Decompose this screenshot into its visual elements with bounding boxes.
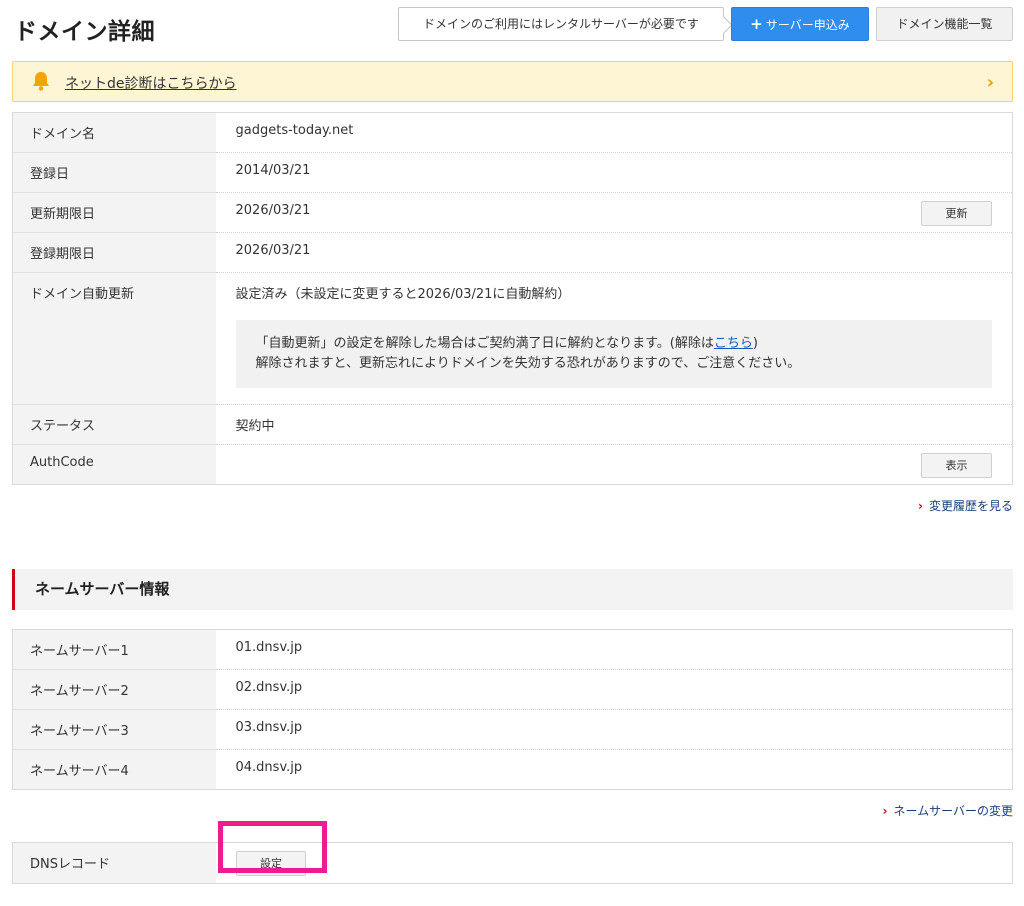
net-diagnosis-link[interactable]: ネットde診断はこちらから bbox=[65, 73, 237, 93]
registered-date-value: 2014/03/21 bbox=[215, 152, 1013, 193]
dns-settings-button[interactable]: 設定 bbox=[236, 851, 306, 876]
auto-renew-note-line-1: 「自動更新」の設定を解除した場合はご契約満了日に解約となります。(解除は bbox=[255, 336, 714, 351]
page-header: ドメイン詳細 ドメインのご利用にはレンタルサーバーが必要です + サーバー申込み … bbox=[0, 0, 1024, 56]
server-apply-button[interactable]: + サーバー申込み bbox=[731, 7, 869, 41]
auto-renew-note: 「自動更新」の設定を解除した場合はご契約満了日に解約となります。(解除はこちら)… bbox=[235, 320, 992, 388]
plus-icon: + bbox=[750, 15, 763, 33]
arrow-right-icon: › bbox=[918, 499, 923, 513]
renewal-deadline-cell: 2026/03/21 更新 bbox=[215, 192, 1013, 233]
dns-record-table: DNSレコード bbox=[12, 842, 1013, 884]
nameserver-3-value: 03.dnsv.jp bbox=[215, 709, 1013, 750]
nameserver-4-value: 04.dnsv.jp bbox=[235, 760, 303, 775]
auto-renew-label: ドメイン自動更新 bbox=[12, 272, 216, 405]
bell-icon bbox=[33, 72, 49, 91]
domain-functions-button[interactable]: ドメイン機能一覧 bbox=[876, 7, 1013, 41]
chevron-right-icon: › bbox=[986, 72, 994, 93]
auto-renew-status: 設定済み（未設定に変更すると2026/03/21に自動解約） bbox=[235, 287, 571, 302]
domain-info-table: ドメイン名 gadgets-today.net 登録日 2014/03/21 更… bbox=[12, 112, 1013, 485]
nameserver-1-label: ネームサーバー1 bbox=[12, 629, 216, 670]
registration-deadline-label: 登録期限日 bbox=[12, 232, 216, 273]
table-row: 登録日 2014/03/21 bbox=[12, 152, 1013, 193]
server-required-callout: ドメインのご利用にはレンタルサーバーが必要です bbox=[398, 7, 724, 41]
dns-record-cell bbox=[216, 843, 1013, 884]
arrow-right-icon: › bbox=[882, 804, 888, 818]
table-row: ネームサーバー2 02.dnsv.jp bbox=[12, 669, 1013, 710]
nameserver-1-value: 01.dnsv.jp bbox=[215, 629, 1013, 670]
registration-deadline-value: 2026/03/21 bbox=[215, 232, 1013, 273]
domain-name-label: ドメイン名 bbox=[12, 112, 216, 153]
page-title: ドメイン詳細 bbox=[14, 19, 155, 45]
table-row: AuthCode 表示 bbox=[12, 444, 1013, 485]
renewal-deadline-label: 更新期限日 bbox=[12, 192, 216, 233]
server-apply-label: サーバー申込み bbox=[765, 18, 850, 32]
auto-renew-cell: 設定済み（未設定に変更すると2026/03/21に自動解約） 「自動更新」の設定… bbox=[215, 272, 1013, 405]
nameserver-table: ネームサーバー1 01.dnsv.jp ネームサーバー2 02.dnsv.jp … bbox=[12, 629, 1013, 790]
table-row: 登録期限日 2026/03/21 bbox=[12, 232, 1013, 273]
auto-renew-note-line-2: 解除されますと、更新忘れによりドメインを失効する恐れがありますので、ご注意くださ… bbox=[255, 356, 801, 371]
renewal-deadline-value: 2026/03/21 bbox=[235, 203, 311, 218]
authcode-label: AuthCode bbox=[12, 444, 216, 485]
nameserver-3-label: ネームサーバー3 bbox=[12, 709, 216, 750]
nameserver-change-link[interactable]: › ネームサーバーの変更 bbox=[883, 802, 1013, 819]
table-row: ドメイン自動更新 設定済み（未設定に変更すると2026/03/21に自動解約） … bbox=[12, 272, 1013, 405]
table-row: 更新期限日 2026/03/21 更新 bbox=[12, 192, 1013, 233]
nameserver-section-heading: ネームサーバー情報 bbox=[12, 569, 1013, 610]
table-row: DNSレコード bbox=[12, 842, 1013, 884]
auto-renew-note-line-1-end: ) bbox=[752, 336, 758, 351]
nameserver-change-label: ネームサーバーの変更 bbox=[893, 804, 1013, 818]
table-row: ドメイン名 gadgets-today.net bbox=[12, 112, 1013, 153]
change-history-link[interactable]: › 変更履歴を見る bbox=[918, 497, 1013, 514]
status-label: ステータス bbox=[12, 404, 216, 445]
show-authcode-button[interactable]: 表示 bbox=[921, 453, 992, 478]
cancel-here-link[interactable]: こちら bbox=[714, 336, 753, 351]
dns-record-label: DNSレコード bbox=[12, 842, 216, 884]
status-value: 契約中 bbox=[215, 404, 1013, 445]
nameserver-2-label: ネームサーバー2 bbox=[12, 669, 216, 710]
net-diagnosis-banner[interactable]: ネットde診断はこちらから › bbox=[12, 61, 1013, 102]
table-row: ネームサーバー1 01.dnsv.jp bbox=[12, 629, 1013, 670]
table-row: ネームサーバー3 03.dnsv.jp bbox=[12, 709, 1013, 750]
change-history-label: 変更履歴を見る bbox=[928, 499, 1013, 513]
authcode-cell: 表示 bbox=[216, 445, 1013, 485]
nameserver-4-label: ネームサーバー4 bbox=[12, 749, 216, 790]
table-row: ステータス 契約中 bbox=[12, 404, 1013, 445]
renew-button[interactable]: 更新 bbox=[921, 201, 992, 226]
domain-name-value: gadgets-today.net bbox=[215, 112, 1013, 153]
registered-date-label: 登録日 bbox=[12, 152, 216, 193]
table-row: ネームサーバー4 04.dnsv.jp bbox=[12, 749, 1013, 790]
nameserver-2-value: 02.dnsv.jp bbox=[215, 669, 1013, 710]
